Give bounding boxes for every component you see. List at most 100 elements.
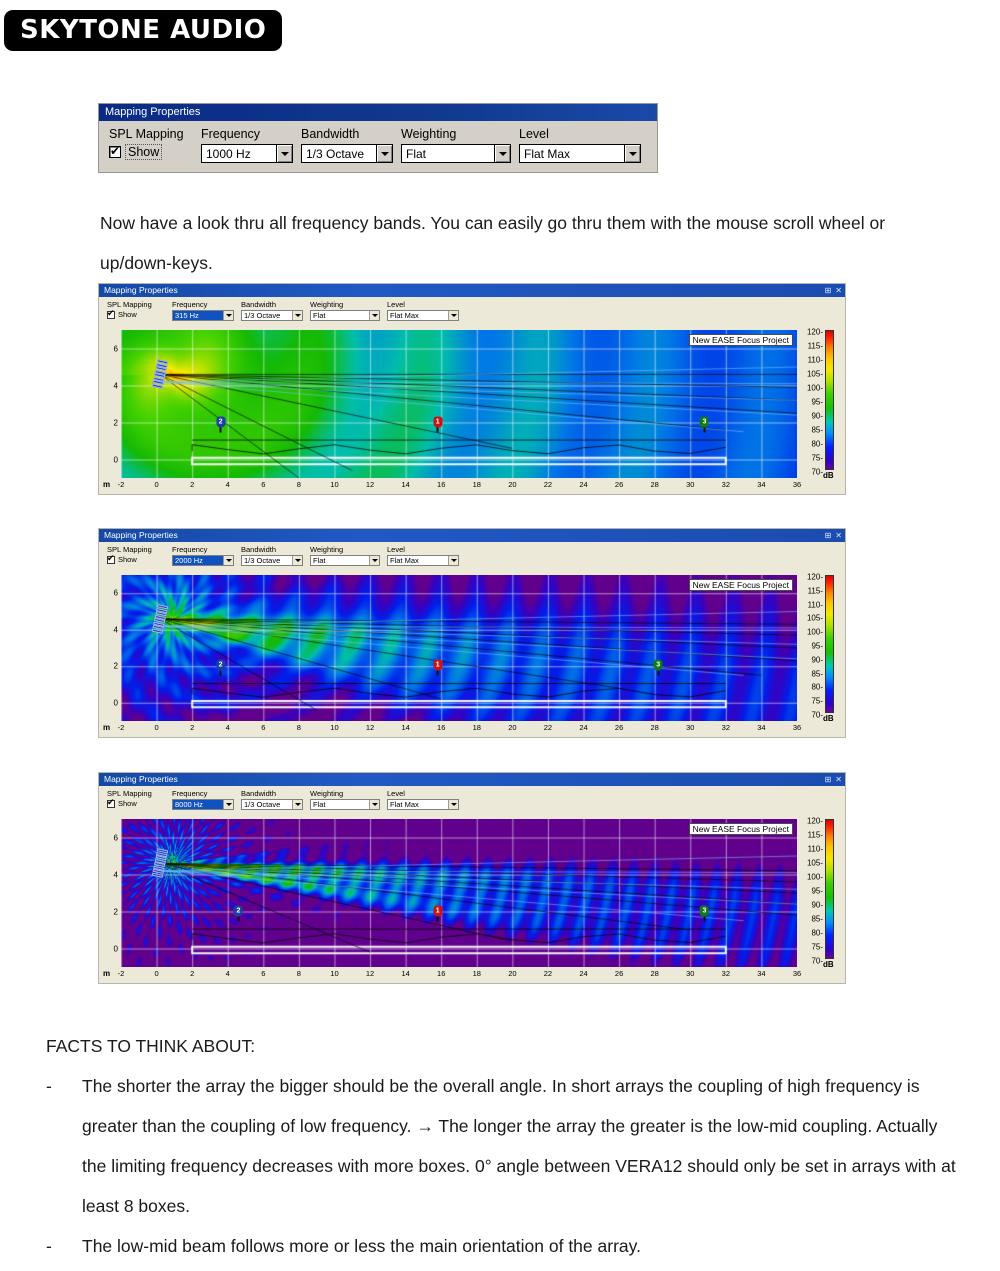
receiver-marker-2[interactable]: 2 (216, 659, 226, 676)
y-axis-tick: 6 (113, 833, 118, 842)
y-axis-tick: 4 (113, 381, 118, 390)
level-select[interactable]: Flat Max (387, 555, 459, 566)
db-colorbar: 120- 115- 110- 105- 100- 95- 90- 85- 80- 75- 70- dB (803, 573, 843, 723)
x-axis-tick: 16 (437, 969, 446, 978)
frequency-label: Frequency (172, 545, 208, 554)
weighting-label: Weighting (310, 545, 344, 554)
receiver-marker-1[interactable]: 1 (433, 905, 443, 921)
db-colorbar-tick: 90- (811, 655, 823, 665)
chevron-down-icon[interactable] (369, 556, 379, 565)
y-axis-tick: 6 (113, 588, 118, 598)
weighting-label: Weighting (310, 300, 344, 309)
chevron-down-icon[interactable] (448, 556, 458, 565)
chevron-down-icon[interactable] (369, 800, 379, 809)
x-axis-tick: 34 (757, 480, 766, 489)
pin-icon[interactable]: ⊞ (825, 773, 832, 786)
bandwidth-select[interactable]: 1/3 Octave (241, 310, 303, 321)
x-axis-tick: 24 (579, 723, 588, 732)
close-icon[interactable]: ✕ (835, 773, 842, 786)
receiver-marker-1[interactable]: 1 (433, 416, 443, 432)
y-axis-tick: 2 (113, 418, 118, 427)
level-value: Flat Max (524, 146, 571, 161)
spl-mapping-label: SPL Mapping (107, 545, 152, 554)
chevron-down-icon[interactable] (223, 556, 233, 565)
frequency-select[interactable]: 315 Hz (172, 310, 234, 321)
spl-heatmap-canvas (121, 819, 797, 967)
chevron-down-icon[interactable] (624, 145, 640, 162)
show-checkbox[interactable] (109, 144, 121, 158)
frequency-field: Frequency 8000 Hz (172, 789, 234, 810)
level-select[interactable]: Flat Max (387, 799, 459, 810)
x-axis-tick: 16 (437, 723, 446, 732)
pin-icon[interactable]: ⊞ (825, 529, 832, 542)
bandwidth-select[interactable]: 1/3 Octave (301, 144, 393, 163)
spl-mapping-field: SPL MappingShow (107, 300, 165, 319)
x-axis-tick: 24 (579, 969, 588, 978)
chevron-down-icon[interactable] (448, 800, 458, 809)
chevron-down-icon[interactable] (276, 145, 292, 162)
show-checkbox-row[interactable]: Show (107, 552, 165, 564)
chevron-down-icon[interactable] (448, 311, 458, 320)
list-item: - The low-mid beam follows more or less … (46, 1226, 966, 1266)
weighting-select[interactable]: Flat (310, 310, 380, 321)
receiver-marker-3[interactable]: 3 (699, 416, 709, 432)
frequency-select[interactable]: 8000 Hz (172, 799, 234, 810)
x-axis-tick: 32 (721, 480, 730, 489)
show-checkbox[interactable] (107, 307, 115, 319)
x-axis-tick: 36 (792, 480, 802, 489)
db-colorbar-tick: 80- (811, 682, 823, 692)
receiver-marker-2[interactable]: 2 (216, 416, 226, 432)
chevron-down-icon[interactable] (494, 145, 510, 162)
frequency-select[interactable]: 2000 Hz (172, 555, 234, 566)
chevron-down-icon[interactable] (223, 311, 233, 320)
frequency-value: 8000 Hz (173, 800, 223, 809)
chevron-down-icon[interactable] (376, 145, 392, 162)
receiver-marker-3[interactable]: 3 (653, 659, 663, 676)
db-colorbar-tick: 75- (811, 696, 823, 706)
show-checkbox-row[interactable]: Show (109, 144, 193, 160)
receiver-marker-1[interactable]: 1 (433, 659, 443, 676)
weighting-field: Weighting Flat (310, 300, 380, 321)
spl-map-window-8000: Mapping Properties ⊞✕ SPL MappingShow Frequ… (98, 772, 846, 984)
db-colorbar-tick: 95- (811, 641, 823, 651)
chevron-down-icon[interactable] (369, 311, 379, 320)
facts-section: FACTS TO THINK ABOUT: - The shorter the … (46, 1026, 966, 1266)
level-select[interactable]: Flat Max (519, 144, 641, 163)
spl-map-plot: 0 2 4 6 -2 0 2 4 6 8 10 12 14 16 18 20 22 24 26 28 30 32 34 36 m… (99, 324, 845, 494)
db-colorbar-tick: 95- (811, 397, 823, 407)
spl-map-titlebar: Mapping Properties ⊞ ✕ (99, 773, 845, 786)
receiver-marker-3[interactable]: 3 (699, 905, 709, 921)
chevron-down-icon[interactable] (223, 800, 233, 809)
list-item: - The shorter the array the bigger shoul… (46, 1066, 966, 1226)
db-colorbar-tick: 115- (807, 341, 823, 351)
x-axis-tick: 8 (296, 723, 301, 732)
project-label: New EASE Focus Project (688, 579, 793, 591)
show-checkbox-row[interactable]: Show (107, 307, 165, 319)
pin-icon[interactable]: ⊞ (825, 284, 832, 297)
chevron-down-icon[interactable] (292, 800, 302, 809)
weighting-select[interactable]: Flat (310, 799, 380, 810)
show-checkbox[interactable] (107, 796, 115, 808)
bandwidth-select[interactable]: 1/3 Octave (241, 799, 303, 810)
show-checkbox-row[interactable]: Show (107, 796, 165, 808)
x-axis: -2 0 2 4 6 8 10 12 14 16 18 20 22 24 26 28 30 32 34 36 (118, 722, 802, 737)
spl-mapping-label: SPL Mapping (107, 300, 152, 309)
x-axis-tick: 22 (543, 969, 553, 978)
bandwidth-select[interactable]: 1/3 Octave (241, 555, 303, 566)
frequency-label: Frequency (172, 789, 208, 798)
marker-stem (219, 427, 222, 432)
weighting-select[interactable]: Flat (310, 555, 380, 566)
x-axis-tick: 16 (437, 480, 446, 489)
chevron-down-icon[interactable] (292, 311, 302, 320)
x-axis-tick: 14 (401, 480, 410, 489)
receiver-marker-2[interactable]: 2 (233, 905, 243, 921)
weighting-select[interactable]: Flat (401, 144, 511, 163)
close-icon[interactable]: ✕ (835, 529, 842, 542)
level-select[interactable]: Flat Max (387, 310, 459, 321)
show-checkbox[interactable] (107, 552, 115, 564)
chevron-down-icon[interactable] (292, 556, 302, 565)
db-colorbar: 120- 115- 110- 105- 100- 95- 90- 85- 80- 75- 70- dB (803, 328, 843, 480)
close-icon[interactable]: ✕ (835, 284, 842, 297)
frequency-value: 2000 Hz (173, 556, 223, 565)
frequency-select[interactable]: 1000 Hz (201, 144, 293, 163)
